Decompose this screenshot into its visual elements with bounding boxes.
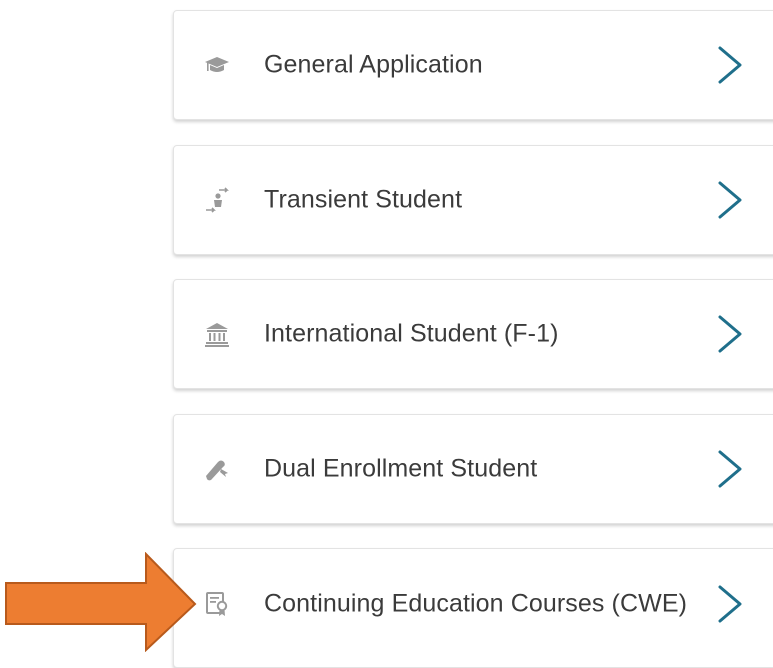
chevron-right-icon — [718, 46, 742, 84]
option-label: General Application — [264, 50, 483, 79]
chevron-right-icon — [718, 585, 742, 623]
option-label: International Student (F-1) — [264, 319, 559, 348]
highlight-arrow-icon — [5, 552, 197, 652]
option-continuing-education-courses[interactable]: Continuing Education Courses (CWE) — [173, 548, 773, 668]
option-label: Dual Enrollment Student — [264, 454, 538, 483]
diploma-icon — [204, 456, 230, 482]
transfer-student-icon — [204, 187, 230, 213]
option-international-student[interactable]: International Student (F-1) — [173, 279, 773, 389]
option-label: Transient Student — [264, 185, 463, 214]
chevron-right-icon — [718, 181, 742, 219]
certificate-icon — [204, 591, 230, 617]
option-label: Continuing Education Courses (CWE) — [264, 589, 688, 618]
option-transient-student[interactable]: Transient Student — [173, 145, 773, 255]
graduation-cap-icon — [204, 52, 230, 78]
option-general-application[interactable]: General Application — [173, 10, 773, 120]
institution-icon — [204, 321, 230, 347]
option-dual-enrollment-student[interactable]: Dual Enrollment Student — [173, 414, 773, 524]
chevron-right-icon — [718, 450, 742, 488]
chevron-right-icon — [718, 315, 742, 353]
